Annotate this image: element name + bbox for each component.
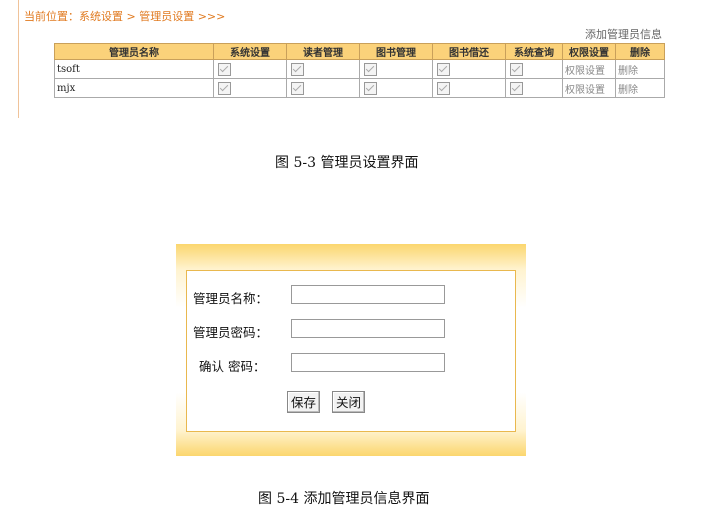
- admin-password-label: 管理员密码：: [193, 325, 269, 340]
- col-permission-settings: 权限设置: [562, 43, 616, 60]
- permission-link[interactable]: 权限设置: [565, 66, 605, 77]
- admin-name-cell: mjx: [54, 78, 214, 98]
- table-row: mjx 权限设置 删除: [54, 78, 665, 98]
- figure-caption-1: 图 5-3 管理员设置界面: [275, 155, 419, 171]
- breadcrumb[interactable]: 当前位置：系统设置 > 管理员设置 >>>: [24, 8, 225, 24]
- add-admin-form-figure: 管理员名称： 管理员密码： 确认 密码： 保存 关闭: [176, 244, 526, 456]
- checkbox-cell: [432, 59, 506, 79]
- confirm-password-input[interactable]: [291, 353, 445, 372]
- admin-name-label: 管理员名称：: [193, 291, 269, 306]
- checkbox-cell: [213, 78, 287, 98]
- admin-settings-figure: 当前位置：系统设置 > 管理员设置 >>> 添加管理员信息 管理员名称 系统设置…: [0, 0, 702, 120]
- permission-link[interactable]: 权限设置: [565, 85, 605, 96]
- confirm-password-label: 确认 密码：: [199, 359, 266, 374]
- checkbox[interactable]: [291, 81, 304, 95]
- permission-cell: 权限设置: [562, 78, 616, 98]
- col-reader-management: 读者管理: [286, 43, 360, 60]
- left-divider: [18, 0, 19, 118]
- delete-cell: 删除: [615, 78, 665, 98]
- col-admin-name: 管理员名称: [54, 43, 214, 60]
- save-button[interactable]: 保存: [287, 391, 321, 413]
- checkbox[interactable]: [364, 62, 377, 76]
- checkbox-cell: [286, 78, 360, 98]
- checkbox-cell: [432, 78, 506, 98]
- admin-name-input[interactable]: [291, 285, 445, 304]
- checkbox[interactable]: [437, 81, 450, 95]
- checkbox-cell: [359, 59, 433, 79]
- table-header-row: 管理员名称 系统设置 读者管理 图书管理 图书借还 系统查询 权限设置 删除: [54, 43, 665, 60]
- delete-cell: 删除: [615, 59, 665, 79]
- col-system-settings: 系统设置: [213, 43, 287, 60]
- checkbox[interactable]: [437, 62, 450, 76]
- admin-password-input[interactable]: [291, 319, 445, 338]
- checkbox[interactable]: [291, 62, 304, 76]
- checkbox[interactable]: [218, 81, 231, 95]
- col-book-borrow-return: 图书借还: [432, 43, 506, 60]
- checkbox[interactable]: [364, 81, 377, 95]
- col-book-management: 图书管理: [359, 43, 433, 60]
- checkbox[interactable]: [510, 62, 523, 76]
- checkbox-cell: [286, 59, 360, 79]
- admin-name-cell: tsoft: [54, 59, 214, 79]
- figure-caption-2: 图 5-4 添加管理员信息界面: [258, 491, 430, 507]
- checkbox-cell: [213, 59, 287, 79]
- checkbox[interactable]: [510, 81, 523, 95]
- checkbox-cell: [359, 78, 433, 98]
- col-system-query: 系统查询: [505, 43, 563, 60]
- delete-link[interactable]: 删除: [618, 85, 638, 96]
- add-admin-link[interactable]: 添加管理员信息: [585, 26, 662, 42]
- permission-cell: 权限设置: [562, 59, 616, 79]
- form-panel: 管理员名称： 管理员密码： 确认 密码： 保存 关闭: [186, 270, 516, 432]
- checkbox-cell: [505, 78, 563, 98]
- table-row: tsoft 权限设置 删除: [54, 59, 665, 79]
- checkbox[interactable]: [218, 62, 231, 76]
- admin-table: 管理员名称 系统设置 读者管理 图书管理 图书借还 系统查询 权限设置 删除 t…: [54, 43, 665, 98]
- close-button[interactable]: 关闭: [332, 391, 366, 413]
- delete-link[interactable]: 删除: [618, 66, 638, 77]
- col-delete: 删除: [615, 43, 665, 60]
- checkbox-cell: [505, 59, 563, 79]
